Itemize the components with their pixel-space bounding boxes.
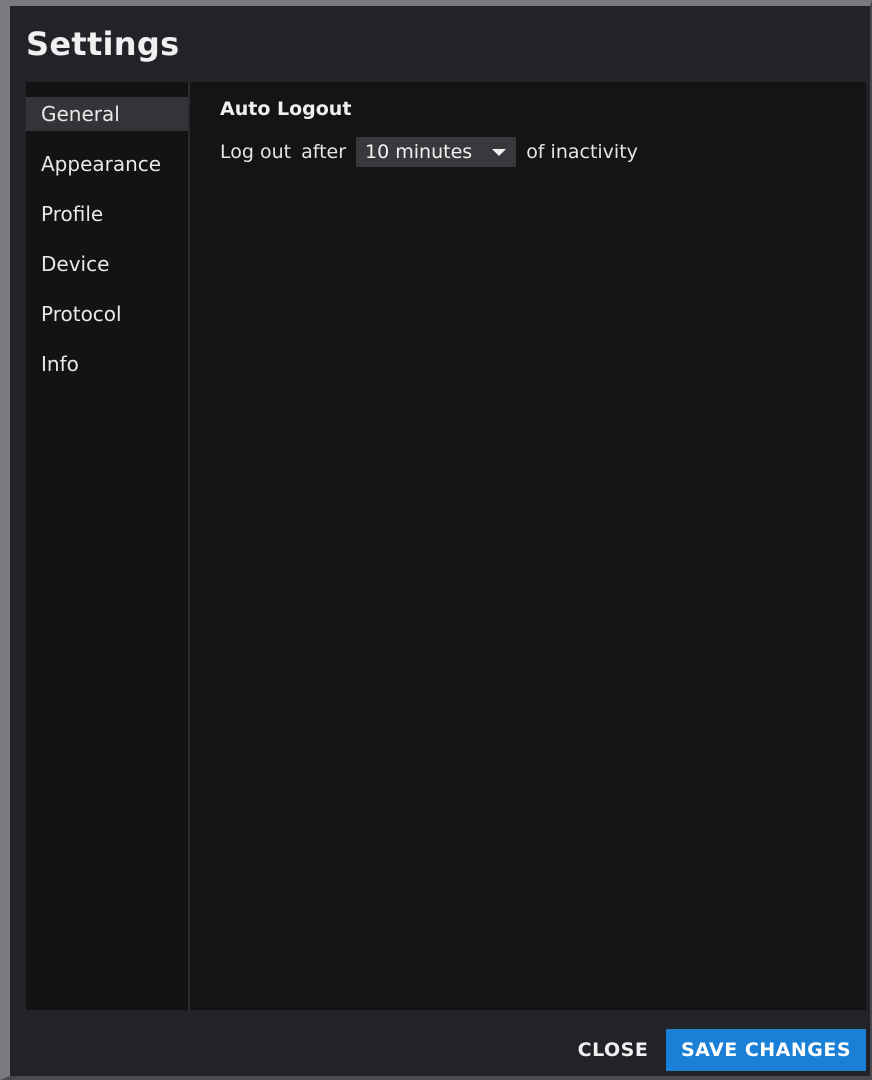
auto-logout-row: Log out after 10 minutes of inactivity xyxy=(220,137,638,167)
save-changes-button[interactable]: SAVE CHANGES xyxy=(666,1029,866,1071)
sidebar-list: General Appearance Profile Device Protoc… xyxy=(26,97,188,397)
logout-timeout-value: 10 minutes xyxy=(365,141,473,163)
sidebar-item-appearance[interactable]: Appearance xyxy=(26,147,188,181)
log-out-label: Log out xyxy=(220,141,292,163)
sidebar: General Appearance Profile Device Protoc… xyxy=(26,82,190,1010)
settings-panel: General Appearance Profile Device Protoc… xyxy=(26,82,866,1010)
of-inactivity-label: of inactivity xyxy=(526,141,638,163)
settings-window: Settings General Appearance Profile Devi… xyxy=(0,0,872,1080)
sidebar-item-protocol[interactable]: Protocol xyxy=(26,297,188,331)
sidebar-item-info[interactable]: Info xyxy=(26,347,188,381)
sidebar-item-device[interactable]: Device xyxy=(26,247,188,281)
sidebar-item-profile[interactable]: Profile xyxy=(26,197,188,231)
after-label: after xyxy=(301,141,347,163)
auto-logout-heading: Auto Logout xyxy=(220,98,352,120)
caret-down-icon xyxy=(492,148,507,156)
dialog-footer: CLOSE SAVE CHANGES xyxy=(10,1010,870,1076)
close-button[interactable]: CLOSE xyxy=(570,1029,656,1071)
sidebar-item-general[interactable]: General xyxy=(26,97,188,131)
general-settings-content: Auto Logout Log out after 10 minutes of … xyxy=(220,96,638,167)
page-title: Settings xyxy=(26,25,180,63)
logout-timeout-select[interactable]: 10 minutes xyxy=(356,137,517,167)
